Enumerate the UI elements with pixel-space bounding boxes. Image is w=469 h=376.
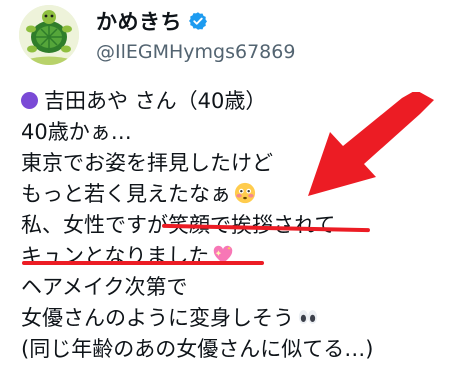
turtle-avatar-icon	[19, 5, 79, 65]
tweet-line-text: ヘアメイク次第で	[21, 275, 188, 299]
verified-badge-icon	[188, 11, 208, 31]
tweet-line-text: 女優さんのように変身しそう	[21, 306, 294, 330]
tweet-line-text: 40歳かぁ…	[21, 120, 132, 144]
display-name[interactable]: かめきち	[96, 6, 182, 36]
author-name-row[interactable]: かめきち	[96, 6, 208, 36]
red-underline-annotation	[22, 261, 264, 265]
tweet: かめきち @IlEGMHymgs67869 吉田あや さん（40歳） 40歳かぁ…	[0, 0, 469, 376]
tweet-line: ヘアメイク次第で	[21, 272, 461, 303]
red-arrow-annotation	[300, 92, 440, 202]
tweet-line: (同じ年齢のあの女優さんに似てる…)	[21, 334, 461, 365]
avatar[interactable]	[19, 5, 79, 65]
tweet-line-text: 東京でお姿を拝見したけど	[21, 151, 273, 175]
tweet-line-text: (同じ年齢のあの女優さんに似てる…)	[21, 337, 374, 361]
tweet-line: 女優さんのように変身しそう	[21, 303, 461, 334]
tweet-line: キュンとなりました	[21, 241, 461, 272]
eyes-icon	[297, 306, 319, 328]
flushed-face-icon	[234, 182, 256, 204]
tweet-line-text: もっと若く見えたなぁ	[21, 182, 231, 206]
purple-circle-icon	[21, 92, 38, 109]
user-handle[interactable]: @IlEGMHymgs67869	[96, 41, 295, 63]
tweet-line-text: 吉田あや さん（40歳）	[44, 89, 267, 113]
